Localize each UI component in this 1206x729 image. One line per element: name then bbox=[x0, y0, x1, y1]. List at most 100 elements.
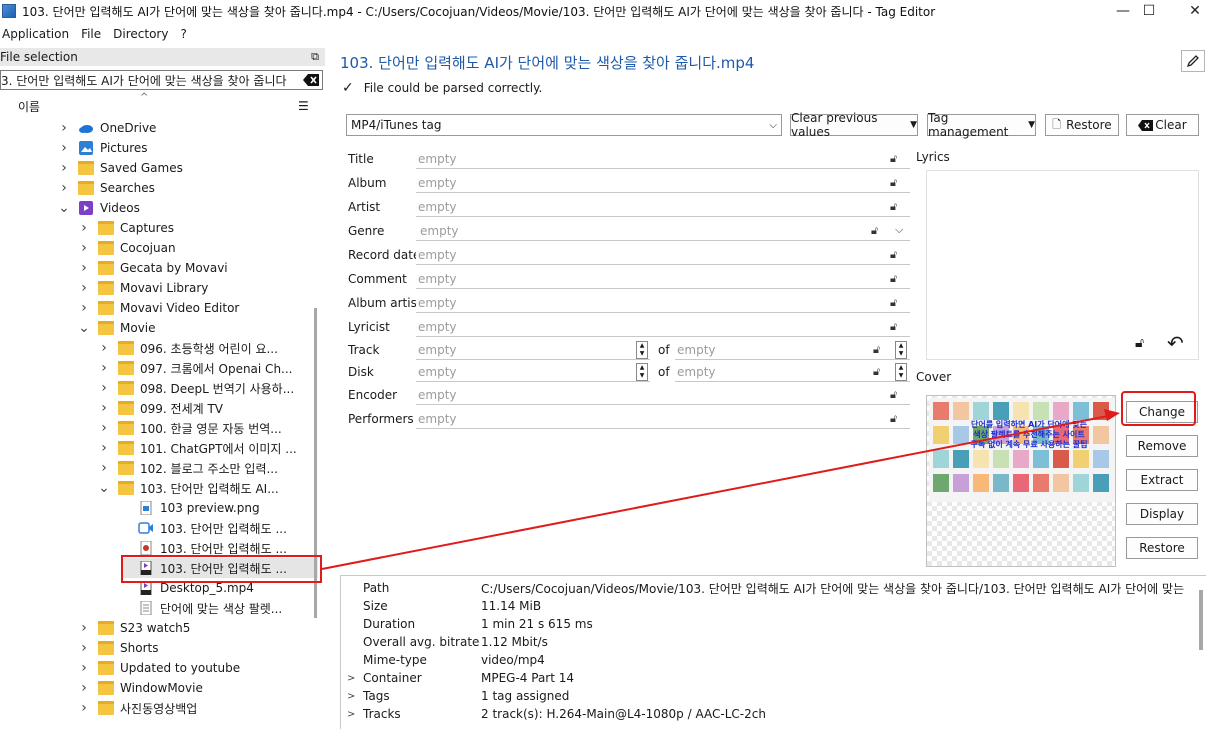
encoder-input[interactable]: empty bbox=[416, 385, 910, 405]
chevron-right-icon[interactable]: › bbox=[78, 620, 90, 636]
edit-button[interactable] bbox=[1181, 50, 1205, 72]
column-menu-icon[interactable]: ☰ bbox=[298, 99, 309, 113]
chevron-right-icon[interactable]: › bbox=[58, 160, 70, 176]
chevron-right-icon[interactable]: › bbox=[58, 180, 70, 196]
tree-item[interactable]: › Gecata by Movavi bbox=[0, 258, 318, 278]
restore-tag-button[interactable]: 🗋 Restore bbox=[1045, 114, 1119, 136]
extract-cover-button[interactable]: Extract bbox=[1126, 469, 1198, 491]
chevron-right-icon[interactable]: › bbox=[98, 380, 110, 396]
chevron-right-icon[interactable]: › bbox=[98, 340, 110, 356]
display-cover-button[interactable]: Display bbox=[1126, 503, 1198, 525]
chevron-down-icon[interactable]: ⌄ bbox=[98, 480, 110, 496]
tree-item[interactable]: 103 preview.png bbox=[0, 498, 318, 518]
lock-icon[interactable]: 🔓︎ bbox=[871, 224, 878, 238]
lock-icon[interactable]: 🔓︎ bbox=[890, 388, 897, 402]
chevron-right-icon[interactable]: > bbox=[347, 691, 355, 702]
property-row[interactable]: > Container MPEG-4 Part 14 bbox=[341, 669, 1201, 687]
float-window-icon[interactable]: ⧉ bbox=[311, 50, 319, 64]
tree-item[interactable]: › 098. DeepL 번역기 사용하... bbox=[0, 378, 318, 398]
clear-path-icon[interactable] bbox=[302, 72, 320, 88]
maximize-button[interactable]: ☐ bbox=[1126, 0, 1172, 22]
lock-icon[interactable]: 🔓︎ bbox=[890, 412, 897, 426]
lyricist-input[interactable]: empty bbox=[416, 317, 910, 337]
tree-item[interactable]: › Captures bbox=[0, 218, 318, 238]
track-number-input[interactable]: empty bbox=[416, 340, 650, 360]
chevron-right-icon[interactable]: › bbox=[78, 260, 90, 276]
chevron-right-icon[interactable]: › bbox=[98, 460, 110, 476]
tree-item[interactable]: › Saved Games bbox=[0, 158, 318, 178]
tree-item[interactable]: › Movavi Library bbox=[0, 278, 318, 298]
tree-item[interactable]: › 101. ChatGPT에서 이미지 ... bbox=[0, 438, 318, 458]
chevron-right-icon[interactable]: › bbox=[78, 280, 90, 296]
chevron-right-icon[interactable]: › bbox=[78, 220, 90, 236]
chevron-right-icon[interactable]: › bbox=[58, 140, 70, 156]
lock-icon[interactable]: 🔓︎ bbox=[1135, 335, 1144, 351]
tree-item[interactable]: › 사진동영상백업 bbox=[0, 698, 318, 718]
lock-icon[interactable]: 🔓︎ bbox=[873, 343, 880, 357]
tree-item[interactable]: › 100. 한글 영문 자동 번역... bbox=[0, 418, 318, 438]
tree-item[interactable]: › Searches bbox=[0, 178, 318, 198]
chevron-right-icon[interactable]: › bbox=[78, 680, 90, 696]
tree-item[interactable]: › 096. 초등학생 어린이 요... bbox=[0, 338, 318, 358]
chevron-right-icon[interactable]: › bbox=[78, 700, 90, 716]
chevron-down-icon[interactable]: ⌵ bbox=[895, 223, 903, 237]
tree-item[interactable]: 103. 단어만 입력해도 ... bbox=[0, 518, 318, 538]
menu-file[interactable]: File bbox=[79, 27, 107, 41]
tree-item[interactable]: › S23 watch5 bbox=[0, 618, 318, 638]
chevron-right-icon[interactable]: › bbox=[98, 400, 110, 416]
chevron-right-icon[interactable]: › bbox=[98, 440, 110, 456]
path-input[interactable]: 3. 단어만 입력해도 AI가 단어에 맞는 색상을 찾아 줍니다 bbox=[0, 70, 323, 90]
tree-item[interactable]: › 097. 크롬에서 Openai Ch... bbox=[0, 358, 318, 378]
tag-type-select[interactable]: MP4/iTunes tag ⌵ bbox=[346, 114, 782, 136]
performers-input[interactable]: empty bbox=[416, 409, 910, 429]
tree-item[interactable]: ⌄ 103. 단어만 입력해도 AI... bbox=[0, 478, 318, 498]
tree-item[interactable]: ⌄ Movie bbox=[0, 318, 318, 338]
spinner-icon[interactable]: ▲ ▼ bbox=[895, 341, 907, 359]
album-artist-input[interactable]: empty bbox=[416, 293, 910, 313]
menu-directory[interactable]: Directory bbox=[111, 27, 174, 41]
lock-icon[interactable]: 🔓︎ bbox=[890, 296, 897, 310]
tree-item[interactable]: ⌄ Videos bbox=[0, 198, 318, 218]
title-input[interactable]: empty bbox=[416, 149, 910, 169]
chevron-right-icon[interactable]: › bbox=[78, 660, 90, 676]
chevron-right-icon[interactable]: › bbox=[78, 240, 90, 256]
tree-item[interactable]: › 099. 전세계 TV bbox=[0, 398, 318, 418]
clear-tag-button[interactable]: Clear bbox=[1126, 114, 1199, 136]
spinner-icon[interactable]: ▲ ▼ bbox=[636, 341, 648, 359]
chevron-down-icon[interactable]: ⌄ bbox=[78, 320, 90, 336]
spinner-icon[interactable]: ▲ ▼ bbox=[895, 363, 907, 381]
lock-icon[interactable]: 🔓︎ bbox=[890, 200, 897, 214]
undo-icon[interactable]: ↶ bbox=[1167, 331, 1184, 355]
chevron-right-icon[interactable]: > bbox=[347, 709, 355, 720]
tree-item[interactable]: 단어에 맞는 색상 팔렛... bbox=[0, 598, 318, 618]
spinner-icon[interactable]: ▲ ▼ bbox=[636, 363, 648, 381]
menu-application[interactable]: Application bbox=[0, 27, 75, 41]
lock-icon[interactable]: 🔓︎ bbox=[890, 152, 897, 166]
lock-icon[interactable]: 🔓︎ bbox=[890, 176, 897, 190]
lyrics-textarea[interactable]: 🔓︎ ↶ bbox=[926, 170, 1199, 360]
chevron-down-icon[interactable]: ⌄ bbox=[58, 200, 70, 216]
properties-scrollbar[interactable] bbox=[1199, 590, 1203, 650]
tree-item[interactable]: › Shorts bbox=[0, 638, 318, 658]
tree-item[interactable]: › WindowMovie bbox=[0, 678, 318, 698]
remove-cover-button[interactable]: Remove bbox=[1126, 435, 1198, 457]
property-row[interactable]: > Tags 1 tag assigned bbox=[341, 687, 1201, 705]
lock-icon[interactable]: 🔓︎ bbox=[890, 248, 897, 262]
comment-input[interactable]: empty bbox=[416, 269, 910, 289]
tree-column-header[interactable]: 이름 ^ ☰ bbox=[0, 92, 312, 116]
tree-item[interactable]: › 102. 블로그 주소만 입력... bbox=[0, 458, 318, 478]
lock-icon[interactable]: 🔓︎ bbox=[890, 320, 897, 334]
genre-input[interactable]: empty bbox=[416, 221, 910, 241]
menu-help[interactable]: ? bbox=[178, 27, 192, 41]
chevron-right-icon[interactable]: › bbox=[78, 640, 90, 656]
chevron-right-icon[interactable]: › bbox=[78, 300, 90, 316]
album-input[interactable]: empty bbox=[416, 173, 910, 193]
tree-item[interactable]: › Updated to youtube bbox=[0, 658, 318, 678]
close-button[interactable]: ✕ bbox=[1172, 0, 1206, 22]
chevron-right-icon[interactable]: › bbox=[58, 120, 70, 136]
record-date-input[interactable]: empty bbox=[416, 245, 910, 265]
tree-item[interactable]: › OneDrive bbox=[0, 118, 318, 138]
tree-item[interactable]: › Cocojuan bbox=[0, 238, 318, 258]
tree-item[interactable]: › Movavi Video Editor bbox=[0, 298, 318, 318]
chevron-right-icon[interactable]: > bbox=[347, 673, 355, 684]
